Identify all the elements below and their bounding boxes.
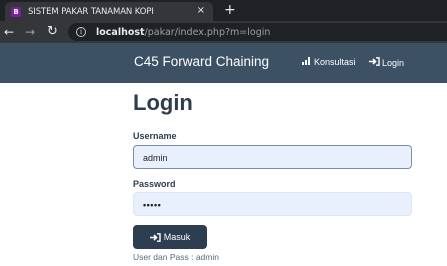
nav-konsultasi-label: Konsultasi xyxy=(314,57,356,67)
forward-arrow-icon[interactable]: → xyxy=(25,24,35,40)
nav-login-label: Login xyxy=(382,57,405,68)
sign-in-icon xyxy=(369,57,380,68)
username-input[interactable]: admin xyxy=(133,145,412,169)
sign-in-icon xyxy=(149,232,161,242)
brand-link[interactable]: C45 Forward Chaining xyxy=(134,54,269,69)
browser-toolbar: ← → ↻ i localhost/pakar/index.php?m=logi… xyxy=(0,21,447,43)
favicon-icon: B xyxy=(11,6,21,17)
site-navbar: C45 Forward Chaining Konsultasi Login xyxy=(0,43,447,83)
masuk-button-label: Masuk xyxy=(163,232,191,242)
password-input[interactable]: ••••• xyxy=(133,192,412,216)
browser-tab-strip: B SISTEM PAKAR TANAMAN KOPI × + xyxy=(0,0,447,21)
masuk-button[interactable]: Masuk xyxy=(133,225,207,249)
tab-close-icon[interactable]: × xyxy=(197,5,205,16)
username-label: Username xyxy=(133,131,177,141)
login-hint: User dan Pass : admin xyxy=(133,252,219,262)
url-text: localhost/pakar/index.php?m=login xyxy=(96,27,270,38)
nav-login[interactable]: Login xyxy=(369,57,404,68)
tab-title: SISTEM PAKAR TANAMAN KOPI xyxy=(28,6,154,17)
new-tab-icon[interactable]: + xyxy=(224,2,236,18)
browser-tab[interactable]: B SISTEM PAKAR TANAMAN KOPI × xyxy=(5,2,213,21)
reload-icon[interactable]: ↻ xyxy=(47,24,58,40)
back-arrow-icon[interactable]: ← xyxy=(4,24,14,40)
info-icon[interactable]: i xyxy=(76,27,86,37)
password-label: Password xyxy=(133,179,176,189)
url-host: localhost xyxy=(96,26,145,38)
url-path: /pakar/index.php?m=login xyxy=(144,26,271,38)
signal-bars-icon xyxy=(302,57,312,67)
nav-konsultasi[interactable]: Konsultasi xyxy=(302,57,356,67)
address-bar[interactable]: i localhost/pakar/index.php?m=login xyxy=(68,23,447,41)
page-title: Login xyxy=(133,90,193,115)
